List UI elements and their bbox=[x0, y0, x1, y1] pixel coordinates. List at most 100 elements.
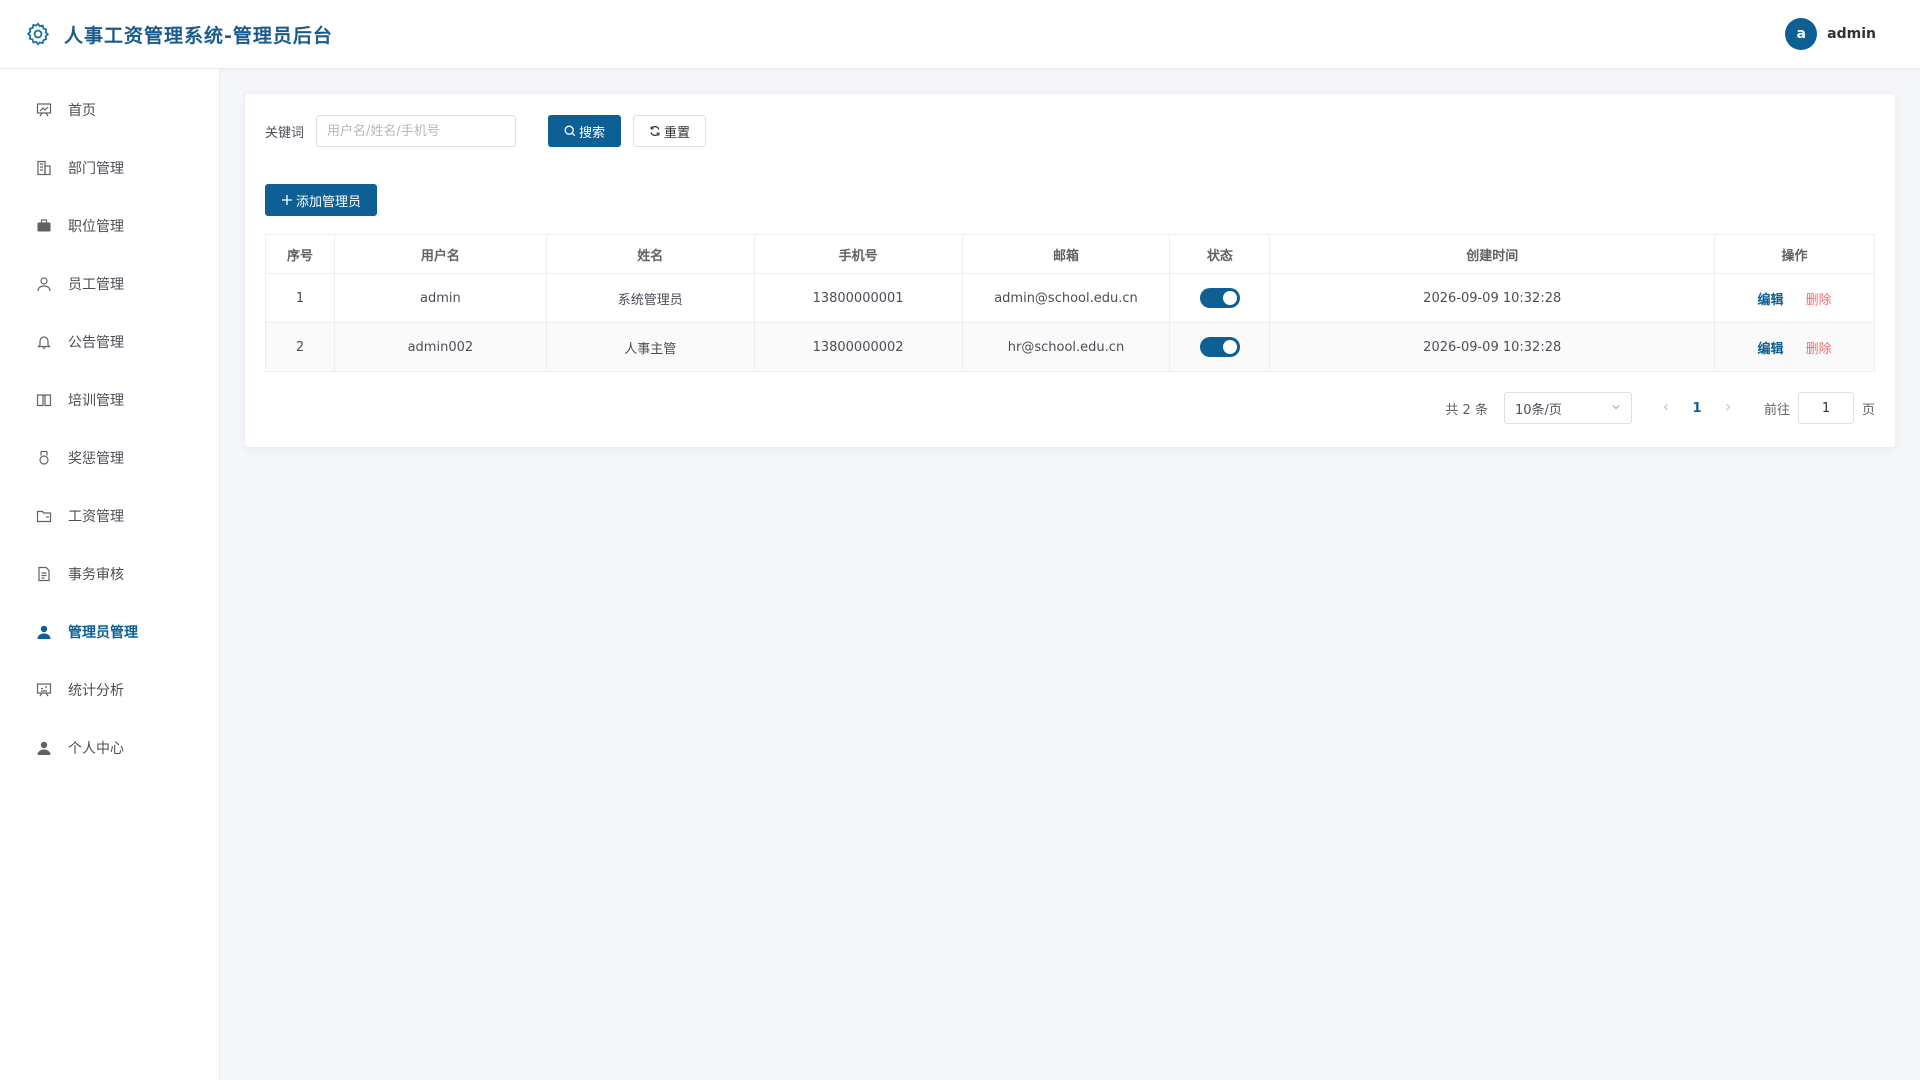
cell-index: 1 bbox=[265, 273, 335, 323]
plus-icon bbox=[281, 194, 293, 206]
cell-phone: 13800000002 bbox=[753, 322, 963, 372]
delete-button[interactable]: 删除 bbox=[1806, 293, 1832, 308]
user-filled-icon bbox=[34, 622, 54, 642]
sidebar-item-label: 个人中心 bbox=[68, 741, 124, 757]
sidebar-item-label: 工资管理 bbox=[68, 509, 124, 525]
cell-username: admin bbox=[333, 273, 547, 323]
cell-username: admin002 bbox=[333, 322, 547, 372]
sidebar-item-reward[interactable]: 奖惩管理 bbox=[0, 429, 219, 487]
pagination: 共 2 条 10条/页 1 前往 页 bbox=[265, 392, 1875, 424]
sidebar-item-notice[interactable]: 公告管理 bbox=[0, 313, 219, 371]
cell-actions: 编辑 删除 bbox=[1714, 322, 1875, 372]
search-bar: 关键词 搜索 重置 bbox=[265, 114, 1875, 148]
sidebar-item-home[interactable]: 首页 bbox=[0, 81, 219, 139]
admin-list-card: 关键词 搜索 重置 添加管理员 序号 bbox=[244, 93, 1896, 448]
user-menu[interactable]: a admin bbox=[1785, 18, 1876, 50]
sidebar-item-label: 公告管理 bbox=[68, 335, 124, 351]
delete-button[interactable]: 删除 bbox=[1806, 342, 1832, 357]
user-outline-icon bbox=[34, 274, 54, 294]
page-suffix-label: 页 bbox=[1861, 402, 1875, 418]
sidebar-item-employee[interactable]: 员工管理 bbox=[0, 255, 219, 313]
username-label[interactable]: admin bbox=[1827, 26, 1876, 42]
page-number-current[interactable]: 1 bbox=[1682, 401, 1712, 416]
avatar[interactable]: a bbox=[1785, 18, 1818, 50]
sidebar-item-admin[interactable]: 管理员管理 bbox=[0, 603, 219, 661]
cell-index: 2 bbox=[265, 322, 335, 372]
sidebar-item-label: 职位管理 bbox=[68, 219, 124, 235]
add-admin-button-label: 添加管理员 bbox=[296, 194, 362, 210]
sidebar-item-label: 管理员管理 bbox=[68, 625, 138, 641]
chevron-left-icon bbox=[1663, 403, 1668, 410]
sidebar-item-label: 培训管理 bbox=[68, 393, 124, 409]
column-header-email: 邮箱 bbox=[961, 234, 1171, 274]
sidebar-item-label: 员工管理 bbox=[68, 277, 124, 293]
cell-status bbox=[1169, 322, 1271, 372]
keyword-label: 关键词 bbox=[265, 125, 305, 141]
sidebar-item-label: 统计分析 bbox=[68, 683, 124, 699]
goto-label: 前往 bbox=[1763, 402, 1790, 418]
sidebar-item-label: 部门管理 bbox=[68, 161, 124, 177]
reset-button-label: 重置 bbox=[664, 125, 691, 141]
cell-created: 2026-09-09 10:32:28 bbox=[1269, 273, 1716, 323]
edit-button[interactable]: 编辑 bbox=[1757, 293, 1783, 308]
document-icon bbox=[34, 564, 54, 584]
top-header: 人事工资管理系统-管理员后台 a admin bbox=[0, 0, 1920, 69]
sidebar-item-salary[interactable]: 工资管理 bbox=[0, 487, 219, 545]
prev-page-button[interactable] bbox=[1652, 401, 1680, 416]
keyword-input[interactable] bbox=[316, 115, 517, 147]
sidebar: 首页 部门管理 职位管理 员工管理 公告管理 培训管理 奖惩管理 工资管理 事务… bbox=[0, 69, 220, 1080]
cell-email: hr@school.edu.cn bbox=[961, 322, 1171, 372]
sidebar-item-label: 奖惩管理 bbox=[68, 451, 124, 467]
status-toggle[interactable] bbox=[1199, 337, 1240, 357]
edit-button[interactable]: 编辑 bbox=[1757, 342, 1783, 357]
reset-button[interactable]: 重置 bbox=[633, 115, 707, 147]
column-header-index: 序号 bbox=[265, 234, 335, 274]
cell-status bbox=[1169, 273, 1271, 323]
sidebar-item-training[interactable]: 培训管理 bbox=[0, 371, 219, 429]
sidebar-item-position[interactable]: 职位管理 bbox=[0, 197, 219, 255]
toggle-knob bbox=[1222, 340, 1237, 354]
cell-created: 2026-09-09 10:32:28 bbox=[1269, 322, 1716, 372]
sidebar-item-department[interactable]: 部门管理 bbox=[0, 139, 219, 197]
total-count: 共 2 条 bbox=[1445, 402, 1488, 418]
sidebar-item-review[interactable]: 事务审核 bbox=[0, 545, 219, 603]
cell-phone: 13800000001 bbox=[753, 273, 963, 323]
goto-page-input[interactable] bbox=[1797, 392, 1854, 424]
cell-email: admin@school.edu.cn bbox=[961, 273, 1171, 323]
column-header-phone: 手机号 bbox=[753, 234, 963, 274]
column-header-status: 状态 bbox=[1169, 234, 1271, 274]
page-size-value: 10条/页 bbox=[1514, 402, 1562, 418]
bell-icon bbox=[34, 332, 54, 352]
admin-table: 序号 用户名 姓名 手机号 邮箱 状态 创建时间 操作 1 admin 系统管理… bbox=[265, 234, 1875, 372]
toolbar: 添加管理员 bbox=[265, 184, 1875, 216]
table-row: 2 admin002 人事主管 13800000002 hr@school.ed… bbox=[265, 322, 1875, 372]
column-header-username: 用户名 bbox=[333, 234, 547, 274]
person-icon bbox=[34, 738, 54, 758]
table-header-row: 序号 用户名 姓名 手机号 邮箱 状态 创建时间 操作 bbox=[265, 234, 1875, 274]
chart-board-icon bbox=[34, 100, 54, 120]
presentation-icon bbox=[34, 680, 54, 700]
cell-name: 人事主管 bbox=[545, 322, 755, 372]
app-title: 人事工资管理系统-管理员后台 bbox=[64, 24, 333, 47]
add-admin-button[interactable]: 添加管理员 bbox=[265, 184, 378, 216]
column-header-name: 姓名 bbox=[545, 234, 755, 274]
book-icon bbox=[34, 390, 54, 410]
search-button-label: 搜索 bbox=[579, 125, 606, 141]
status-toggle[interactable] bbox=[1199, 288, 1240, 308]
column-header-actions: 操作 bbox=[1714, 234, 1875, 274]
search-button[interactable]: 搜索 bbox=[548, 115, 622, 147]
chevron-down-icon bbox=[1611, 401, 1621, 416]
chevron-right-icon bbox=[1726, 403, 1731, 410]
sidebar-item-statistics[interactable]: 统计分析 bbox=[0, 661, 219, 719]
refresh-icon bbox=[649, 125, 661, 137]
cell-actions: 编辑 删除 bbox=[1714, 273, 1875, 323]
search-icon bbox=[564, 125, 576, 137]
table-row: 1 admin 系统管理员 13800000001 admin@school.e… bbox=[265, 273, 1875, 323]
page-size-select[interactable]: 10条/页 bbox=[1503, 392, 1632, 424]
sidebar-item-label: 事务审核 bbox=[68, 567, 124, 583]
column-header-created: 创建时间 bbox=[1269, 234, 1716, 274]
cell-name: 系统管理员 bbox=[545, 273, 755, 323]
briefcase-icon bbox=[34, 216, 54, 236]
sidebar-item-profile[interactable]: 个人中心 bbox=[0, 719, 219, 777]
next-page-button[interactable] bbox=[1714, 401, 1742, 416]
